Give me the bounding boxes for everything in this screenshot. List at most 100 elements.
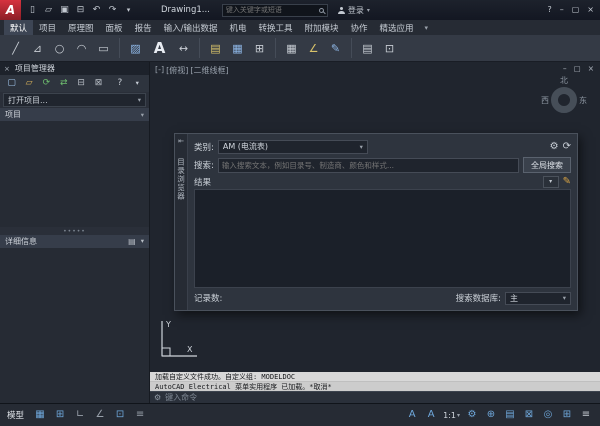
search-database-dropdown[interactable]: 主 ▾ bbox=[505, 292, 571, 305]
catalog-refresh-icon[interactable]: ⟳ bbox=[563, 142, 571, 152]
annotation-scale-control[interactable]: 1:1 ▾ bbox=[443, 411, 460, 420]
lock-ui-icon[interactable]: ⊠ bbox=[522, 408, 536, 423]
results-dropdown-button[interactable]: ▾ bbox=[543, 176, 559, 188]
qat-dropdown-icon[interactable]: ▾ bbox=[122, 3, 135, 17]
details-menu-icon[interactable]: ▾ bbox=[141, 238, 144, 245]
viewport-view-control[interactable]: [俯视] bbox=[166, 65, 188, 76]
chevron-down-icon[interactable]: ▾ bbox=[141, 111, 144, 119]
snap-icon[interactable]: ⊞ bbox=[53, 408, 67, 423]
redo-icon[interactable]: ↷ bbox=[106, 3, 119, 17]
palette-help-icon[interactable]: ? bbox=[113, 76, 126, 91]
clean-screen-icon[interactable]: ⊞ bbox=[560, 408, 574, 423]
tab-default[interactable]: 默认 bbox=[4, 20, 33, 35]
tab-collaborate[interactable]: 协作 bbox=[345, 20, 374, 35]
details-view-icon[interactable]: ▤ bbox=[128, 238, 136, 246]
multiline-text-icon[interactable]: A bbox=[149, 39, 170, 58]
annotation-visibility-icon[interactable]: A bbox=[405, 408, 419, 423]
viewcube[interactable]: 北 西 东 bbox=[533, 75, 595, 113]
catalog-settings-icon[interactable]: ⚙ bbox=[550, 142, 559, 152]
polar-icon[interactable]: ∠ bbox=[93, 408, 107, 423]
print-icon[interactable]: ⊟ bbox=[74, 3, 87, 17]
tab-import-export[interactable]: 输入/输出数据 bbox=[158, 20, 224, 35]
workspace-gear-icon[interactable]: ⚙ bbox=[465, 408, 479, 423]
open-file-icon[interactable]: ▱ bbox=[42, 3, 55, 17]
details-area[interactable] bbox=[0, 248, 149, 403]
tab-conversion-tools[interactable]: 转换工具 bbox=[252, 20, 298, 35]
doc-minimize-icon[interactable]: – bbox=[563, 64, 567, 73]
plot-icon[interactable]: ⊟ bbox=[75, 76, 88, 91]
tab-project[interactable]: 项目 bbox=[33, 20, 62, 35]
osnap-icon[interactable]: ⊡ bbox=[113, 408, 127, 423]
doc-close-icon[interactable]: × bbox=[588, 64, 594, 73]
project-tree-area[interactable] bbox=[0, 121, 149, 227]
tab-reports[interactable]: 报告 bbox=[129, 20, 158, 35]
insert-block-icon[interactable]: ⊞ bbox=[251, 39, 268, 58]
command-input[interactable]: ⚙ 键入命令 bbox=[150, 391, 600, 403]
new-project-icon[interactable]: ▢ bbox=[5, 76, 18, 91]
palette-splitter[interactable]: ••••• bbox=[0, 227, 149, 235]
autohide-pin-icon[interactable]: ⇤ bbox=[178, 137, 184, 145]
catalog-browser-titlebar[interactable]: ⇤ 目录浏览器 bbox=[175, 134, 188, 310]
polyline-icon[interactable]: ⊿ bbox=[29, 39, 46, 58]
edit-icon[interactable]: ✎ bbox=[327, 39, 344, 58]
new-file-icon[interactable]: ▯ bbox=[26, 3, 39, 17]
annotation-autoscale-icon[interactable]: A bbox=[424, 408, 438, 423]
tab-featured-apps[interactable]: 精选应用 bbox=[374, 20, 420, 35]
palette-menu-icon[interactable]: ▾ bbox=[131, 76, 144, 91]
project-manager-titlebar[interactable]: × 项目管理器 bbox=[0, 62, 149, 75]
tools-icon[interactable]: ⊡ bbox=[381, 39, 398, 58]
minimize-button[interactable]: – bbox=[560, 6, 564, 14]
quick-properties-icon[interactable]: ▤ bbox=[503, 408, 517, 423]
doc-restore-icon[interactable]: ▢ bbox=[574, 64, 581, 73]
results-grid[interactable] bbox=[194, 189, 571, 288]
close-button[interactable]: × bbox=[587, 6, 594, 14]
global-search-button[interactable]: 全局搜索 bbox=[523, 157, 571, 173]
tab-electromechanical[interactable]: 机电 bbox=[223, 20, 252, 35]
tab-schematic[interactable]: 原理图 bbox=[62, 20, 100, 35]
catalog-search-input[interactable] bbox=[218, 158, 519, 173]
circle-icon[interactable]: ○ bbox=[51, 39, 68, 58]
help-search-box[interactable] bbox=[222, 4, 328, 17]
isolate-objects-icon[interactable]: ◎ bbox=[541, 408, 555, 423]
zip-icon[interactable]: ⊠ bbox=[92, 76, 105, 91]
viewport-menu-control[interactable]: [-] bbox=[155, 65, 164, 76]
dimension-icon[interactable]: ↔ bbox=[175, 39, 192, 58]
restore-button[interactable]: ▢ bbox=[572, 6, 580, 14]
line-icon[interactable]: ╱ bbox=[7, 39, 24, 58]
palette-close-icon[interactable]: × bbox=[4, 65, 10, 73]
table-icon[interactable]: ▦ bbox=[283, 39, 300, 58]
undo-icon[interactable]: ↶ bbox=[90, 3, 103, 17]
edit-catalog-icon[interactable]: ✎ bbox=[563, 177, 571, 187]
lineweight-icon[interactable]: ≡ bbox=[133, 408, 147, 423]
viewcube-west-label[interactable]: 西 bbox=[541, 95, 549, 106]
signin-button[interactable]: 登录 ▾ bbox=[338, 5, 370, 16]
viewcube-north-label[interactable]: 北 bbox=[533, 75, 595, 86]
ortho-icon[interactable]: ∟ bbox=[73, 408, 87, 423]
ribbon-options-icon[interactable]: ▾ bbox=[420, 20, 434, 35]
publish-icon[interactable]: ⇄ bbox=[57, 76, 70, 91]
rectangle-icon[interactable]: ▭ bbox=[95, 39, 112, 58]
viewcube-ring[interactable] bbox=[551, 87, 577, 113]
projects-section-header[interactable]: 项目 ▾ bbox=[0, 108, 149, 121]
app-menu-button[interactable]: A bbox=[0, 0, 21, 20]
annotation-monitor-icon[interactable]: ⊕ bbox=[484, 408, 498, 423]
customize-icon[interactable]: ≡ bbox=[579, 408, 593, 423]
viewcube-east-label[interactable]: 东 bbox=[579, 95, 587, 106]
command-customize-icon[interactable]: ⚙ bbox=[154, 394, 161, 402]
paste-icon[interactable]: ▤ bbox=[359, 39, 376, 58]
tab-add-ins[interactable]: 附加模块 bbox=[298, 20, 344, 35]
category-dropdown[interactable]: AM (电流表) ▾ bbox=[218, 140, 368, 154]
tab-panel[interactable]: 面板 bbox=[100, 20, 129, 35]
arc-icon[interactable]: ◠ bbox=[73, 39, 90, 58]
help-icon[interactable]: ? bbox=[547, 6, 551, 14]
layers-icon[interactable]: ▤ bbox=[207, 39, 224, 58]
viewport-visual-style-control[interactable]: [二维线框] bbox=[190, 65, 228, 76]
search-icon[interactable] bbox=[319, 8, 324, 13]
open-project-icon[interactable]: ▱ bbox=[22, 76, 35, 91]
grid-icon[interactable]: ▦ bbox=[33, 408, 47, 423]
drawing-area[interactable]: [-] [俯视] [二维线框] – ▢ × 北 西 东 ⇤ 目录浏览器 类别: … bbox=[150, 62, 600, 372]
refresh-icon[interactable]: ⟳ bbox=[40, 76, 53, 91]
model-tab-label[interactable]: 模型 bbox=[7, 409, 24, 421]
hatch-icon[interactable]: ▨ bbox=[127, 39, 144, 58]
details-section-header[interactable]: 详细信息 ▤ ▾ bbox=[0, 235, 149, 248]
